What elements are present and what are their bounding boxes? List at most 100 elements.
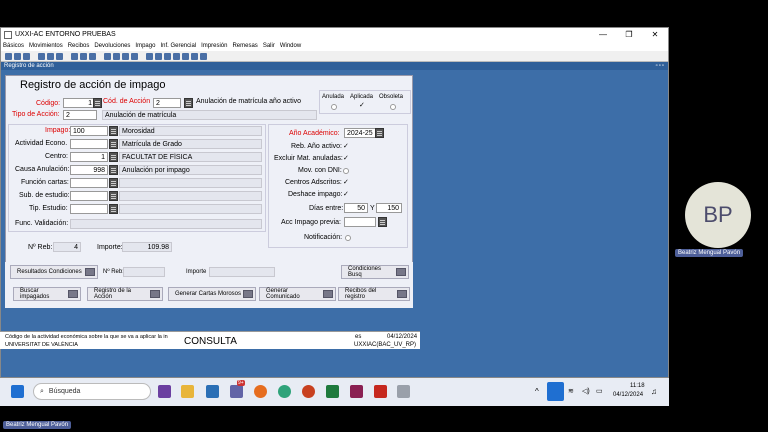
next-record-icon[interactable] [122, 52, 129, 60]
minimize-button[interactable]: — [590, 30, 616, 39]
sub-estudio-list-icon[interactable] [109, 191, 118, 201]
exit-icon[interactable] [23, 52, 30, 60]
microphone-icon[interactable] [547, 382, 564, 401]
deshace-check[interactable]: ✓ [343, 190, 349, 198]
clock-time[interactable]: 11:18 [630, 383, 645, 389]
notificacion-check[interactable] [345, 235, 351, 241]
centro-list-icon[interactable] [109, 152, 118, 162]
query-icon[interactable] [71, 52, 78, 60]
impago-field[interactable]: 100 [70, 126, 108, 136]
excel-icon[interactable] [326, 385, 339, 398]
taskbar-search[interactable]: ⌕ Búsqueda [33, 383, 151, 400]
codigo-list-icon[interactable] [93, 98, 102, 108]
acc-previa-field[interactable] [344, 217, 376, 227]
causa-field[interactable]: 998 [70, 165, 108, 175]
tipo-accion-field[interactable]: 2 [63, 110, 97, 120]
resultados-button[interactable]: Resultados Condiciones [10, 265, 98, 279]
print-icon[interactable] [14, 52, 21, 60]
paste-icon[interactable] [56, 52, 63, 60]
insert-record-icon[interactable] [146, 52, 153, 60]
tip-estudio-list-icon[interactable] [109, 204, 118, 214]
uxxi-app-icon[interactable] [397, 385, 410, 398]
funcion-list-icon[interactable] [109, 178, 118, 188]
cancel-icon[interactable] [89, 52, 96, 60]
funcion-label: Función cartas: [21, 179, 69, 186]
status-org: UNIVERSITAT DE VALÈNCIA [5, 342, 78, 348]
menu-impago[interactable]: Impago [135, 43, 155, 49]
recibos-button[interactable]: Recibos del registro [338, 287, 410, 301]
outlook-icon[interactable] [206, 385, 219, 398]
previous-record-icon[interactable] [113, 52, 120, 60]
causa-list-icon[interactable] [109, 165, 118, 175]
dias-from-field[interactable]: 50 [344, 203, 368, 213]
centro-field[interactable]: 1 [70, 152, 108, 162]
impago-list-icon[interactable] [109, 126, 118, 136]
copy-icon[interactable] [47, 52, 54, 60]
acrobat-icon[interactable] [374, 385, 387, 398]
dias-to-field[interactable]: 150 [376, 203, 402, 213]
obsoleta-radio[interactable] [390, 104, 396, 110]
last-record-icon[interactable] [131, 52, 138, 60]
menu-inf-gerencial[interactable]: Inf. Gerencial [160, 43, 196, 49]
registro-button[interactable]: Registro de la Acción [87, 287, 163, 301]
help-icon[interactable] [191, 52, 198, 60]
list-icon[interactable] [173, 52, 180, 60]
anio-list-icon[interactable] [375, 128, 384, 138]
buscar-button[interactable]: Buscar impagados [13, 287, 81, 301]
actividad-field[interactable] [70, 139, 108, 149]
teams-icon[interactable]: 9+ [230, 380, 245, 398]
mov-dni-check[interactable] [343, 168, 349, 174]
edge-icon[interactable] [278, 385, 291, 398]
cod-accion-field[interactable]: 2 [153, 98, 181, 108]
menu-remesas[interactable]: Remesas [232, 43, 257, 49]
clock-date[interactable]: 04/12/2024 [613, 392, 643, 398]
save-icon[interactable] [5, 52, 12, 60]
subwindow-controls[interactable]: ▫▫▫ [656, 63, 665, 69]
file-explorer-icon[interactable] [181, 385, 194, 398]
firefox-icon[interactable] [254, 385, 267, 398]
menu-movimientos[interactable]: Movimientos [29, 43, 63, 49]
tray-chevron-icon[interactable]: ^ [535, 387, 539, 396]
execute-icon[interactable] [80, 52, 87, 60]
battery-icon[interactable]: ▭ [596, 387, 603, 395]
codigo-field[interactable]: 1 [63, 98, 95, 108]
func-validacion-field[interactable] [70, 219, 262, 229]
tip-estudio-field[interactable] [70, 204, 108, 214]
menu-recibos[interactable]: Recibos [68, 43, 90, 49]
anulada-radio[interactable] [331, 104, 337, 110]
cut-icon[interactable] [38, 52, 45, 60]
menu-salir[interactable]: Salir [263, 43, 275, 49]
menu-devoluciones[interactable]: Devoluciones [94, 43, 130, 49]
acc-previa-list-icon[interactable] [378, 217, 387, 227]
funcion-field[interactable] [70, 178, 108, 188]
menu-basicos[interactable]: Básicos [3, 43, 24, 49]
menu-window[interactable]: Window [280, 43, 301, 49]
edit-icon[interactable] [182, 52, 189, 60]
excluir-check[interactable]: ✓ [343, 154, 349, 162]
sub-estudio-field[interactable] [70, 191, 108, 201]
anio-field[interactable]: 2024-25 [344, 128, 376, 138]
notifications-bell-icon[interactable]: ♫ [651, 387, 657, 396]
first-record-icon[interactable] [104, 52, 111, 60]
generar-cartas-button[interactable]: Generar Cartas Morosos [168, 287, 256, 301]
windows-start-icon[interactable] [11, 385, 24, 398]
close-button[interactable]: ✕ [642, 30, 668, 39]
reb-anio-check[interactable]: ✓ [343, 142, 349, 150]
wifi-icon[interactable]: ≋ [568, 387, 574, 395]
aplicada-check[interactable]: ✓ [359, 101, 365, 109]
generar-comunicado-button[interactable]: Generar Comunicado [259, 287, 336, 301]
clear-icon[interactable] [164, 52, 171, 60]
actividad-list-icon[interactable] [109, 139, 118, 149]
volume-icon[interactable]: ◁) [582, 387, 590, 395]
onenote-icon[interactable] [158, 385, 171, 398]
condiciones-button[interactable]: Condiciones Busq [341, 265, 409, 279]
centros-check[interactable]: ✓ [343, 178, 349, 186]
app-icon-pink[interactable] [350, 385, 363, 398]
delete-record-icon[interactable] [155, 52, 162, 60]
info-icon[interactable] [200, 52, 207, 60]
cod-accion-list-icon[interactable] [184, 98, 193, 108]
anulada-label: Anulada [322, 94, 345, 100]
menu-impresion[interactable]: Impresión [201, 43, 227, 49]
maximize-button[interactable]: ❐ [616, 30, 642, 39]
powerpoint-icon[interactable] [302, 385, 315, 398]
